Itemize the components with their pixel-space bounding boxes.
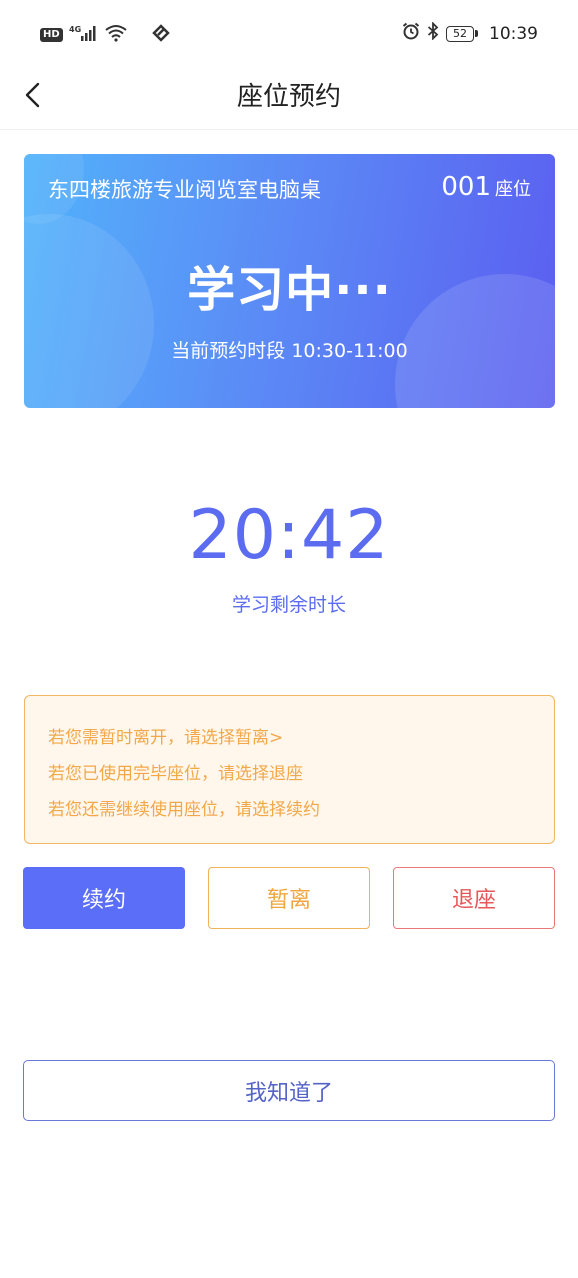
svg-text:4G: 4G	[69, 25, 81, 34]
seat-number-unit: 座位	[495, 179, 531, 200]
battery-level: 52	[446, 25, 474, 42]
seat-number-value: 001	[441, 172, 491, 202]
battery-icon: 52	[446, 25, 478, 42]
seat-reservation-page: HD 4G 52 10:39 座位预约 东四楼旅游专业阅览室电脑桌 001 座位…	[0, 0, 578, 1278]
reservation-period: 当前预约时段 10:30-11:00	[171, 340, 408, 362]
remaining-time: 20:42	[188, 496, 390, 575]
seat-card: 东四楼旅游专业阅览室电脑桌 001 座位 学习中··· 当前预约时段 10:30-…	[24, 154, 555, 408]
hd-badge: HD	[40, 28, 63, 42]
status-time: 10:39	[489, 23, 538, 44]
tip-renew: 若您还需继续使用座位，请选择续约	[48, 800, 320, 820]
bluetooth-icon	[427, 21, 439, 45]
status-bar-right: 52 10:39	[402, 21, 538, 45]
seat-number: 001 座位	[441, 172, 531, 202]
renew-button[interactable]: 续约	[23, 867, 185, 929]
app-notification-icon	[151, 24, 171, 46]
got-it-button[interactable]: 我知道了	[23, 1060, 555, 1121]
temporary-leave-button[interactable]: 暂离	[208, 867, 370, 929]
wifi-icon	[105, 24, 127, 46]
tip-checkout: 若您已使用完毕座位，请选择退座	[48, 764, 303, 784]
room-name: 东四楼旅游专业阅览室电脑桌	[48, 178, 321, 202]
nav-bar: 座位预约	[0, 68, 578, 130]
signal-icon: 4G	[69, 24, 99, 46]
remaining-time-label: 学习剩余时长	[231, 594, 346, 616]
checkout-button[interactable]: 退座	[393, 867, 555, 929]
page-title: 座位预约	[236, 82, 341, 112]
study-status: 学习中···	[187, 262, 392, 318]
status-bar-left: HD 4G	[40, 24, 171, 46]
tip-leave: 若您需暂时离开，请选择暂离>	[48, 728, 284, 748]
status-bar: HD 4G 52 10:39	[0, 0, 578, 68]
alarm-icon	[402, 22, 420, 45]
tip-box: 若您需暂时离开，请选择暂离> 若您已使用完毕座位，请选择退座 若您还需继续使用座…	[24, 695, 555, 844]
